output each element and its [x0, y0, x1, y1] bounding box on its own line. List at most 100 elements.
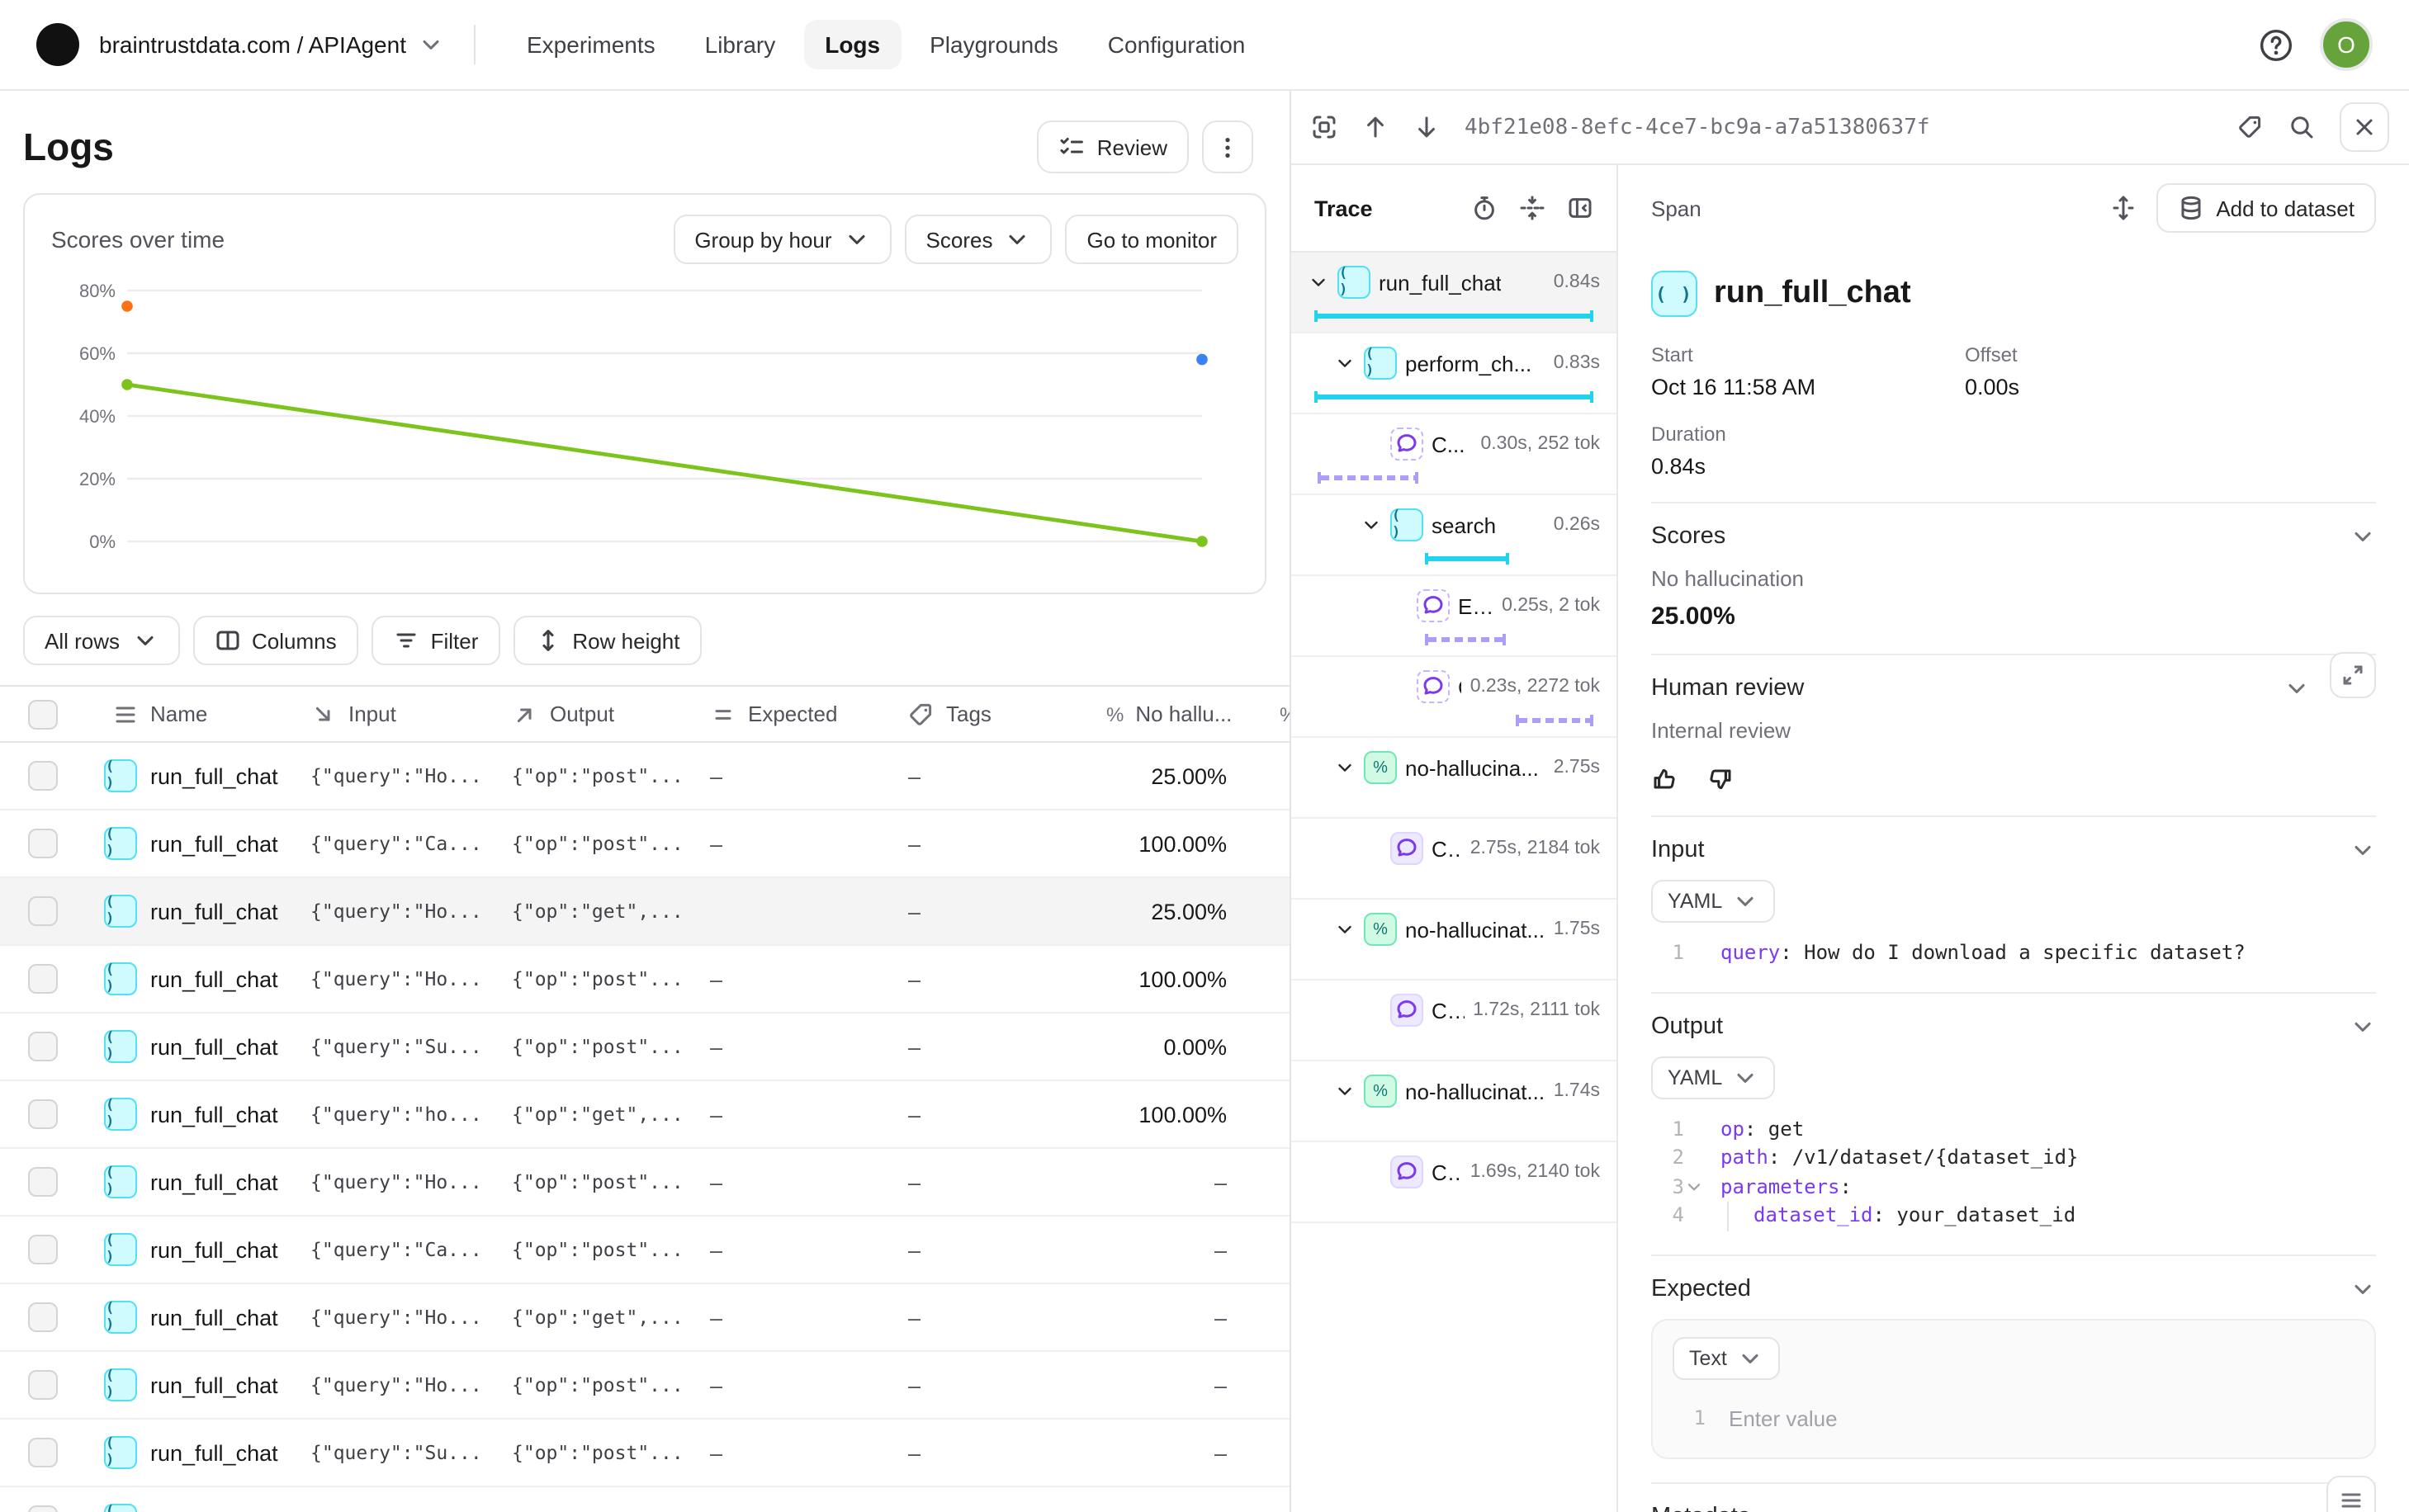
project-switcher[interactable]: braintrustdata.com / APIAgent [99, 31, 444, 58]
scores-select[interactable]: Scores [905, 215, 1053, 264]
column-header-tags[interactable]: Tags [882, 701, 1080, 727]
column-header-no-hallu-[interactable]: %No hallu... [1080, 702, 1253, 726]
trace-span-row[interactable]: %no-hallucinat...1.75s [1291, 900, 1616, 980]
row-checkbox[interactable] [28, 1438, 58, 1467]
brand-logo-icon[interactable] [36, 23, 79, 66]
add-to-dataset-button[interactable]: Add to dataset [2156, 183, 2376, 233]
table-row[interactable]: ( )run_full_chat{"query":"Ca...{"op":"po… [0, 810, 1290, 878]
trace-span-row[interactable]: Ch...1.72s, 2111 tok [1291, 980, 1616, 1061]
trace-span-row[interactable]: %no-hallucina...2.75s [1291, 738, 1616, 819]
select-all-checkbox[interactable] [28, 699, 58, 729]
help-icon[interactable] [2259, 27, 2293, 62]
tab-logs[interactable]: Logs [803, 20, 902, 69]
table-row[interactable]: ( )run_full_chat{"query":"Ho...{"op":"po… [0, 1352, 1290, 1420]
input-code-editor[interactable]: 1query: How do I download a specific dat… [1651, 939, 2376, 968]
trace-span-row[interactable]: ( )search0.26s [1291, 495, 1616, 576]
go-to-monitor-button[interactable]: Go to monitor [1065, 215, 1238, 264]
row-checkbox[interactable] [28, 1505, 58, 1512]
input-format-select[interactable]: YAML [1651, 880, 1775, 923]
avatar[interactable]: O [2320, 18, 2373, 71]
expected-format-select[interactable]: Text [1673, 1336, 1780, 1379]
table-row[interactable]: ( )run_full_chat{"query":"ho...{"op":"ge… [0, 1081, 1290, 1149]
tab-playgrounds[interactable]: Playgrounds [908, 20, 1080, 69]
tag-icon[interactable] [2237, 114, 2264, 140]
next-row-arrow-down-icon[interactable] [1413, 114, 1440, 140]
group-by-select[interactable]: Group by hour [673, 215, 891, 264]
row-checkbox[interactable] [28, 896, 58, 926]
trace-span-row[interactable]: C...0.23s, 2272 tok [1291, 657, 1616, 738]
trace-span-row[interactable]: C...1.69s, 2140 tok [1291, 1142, 1616, 1223]
row-checkbox[interactable] [28, 1235, 58, 1264]
chevron-down-icon[interactable] [2350, 1275, 2376, 1302]
focus-span-icon[interactable] [1311, 114, 1337, 140]
row-height-button[interactable]: Row height [513, 616, 701, 665]
columns-button[interactable]: Columns [192, 616, 358, 665]
table-row[interactable]: ( )run_full_chat{"query":"Su...{"op":"po… [0, 1420, 1290, 1487]
search-icon[interactable] [2288, 114, 2315, 140]
table-row[interactable]: ( )run_full_chat{"query":"Ho...{"op":"ge… [0, 1284, 1290, 1352]
table-row[interactable]: ( )run_full_chat{"query":"Ho...{"op":"po… [0, 743, 1290, 810]
tab-configuration[interactable]: Configuration [1086, 20, 1267, 69]
row-checkbox[interactable] [28, 1370, 58, 1400]
output-format-select[interactable]: YAML [1651, 1056, 1775, 1099]
table-row[interactable]: ( )run_full_chat{"query":"Ca...{"op":"po… [0, 1217, 1290, 1284]
chevron-down-icon[interactable] [1334, 916, 1356, 943]
output-code-editor[interactable]: 1op: get2path: /v1/dataset/{dataset_id}3… [1651, 1115, 2376, 1231]
expand-review-button[interactable] [2330, 652, 2376, 698]
row-checkbox[interactable] [28, 1167, 58, 1197]
tab-library[interactable]: Library [684, 20, 797, 69]
chart-point[interactable] [121, 300, 133, 312]
chevron-down-icon[interactable] [2284, 675, 2310, 702]
trace-span-row[interactable]: Em...0.25s, 2 tok [1291, 576, 1616, 657]
chevron-down-icon[interactable] [1334, 754, 1356, 781]
chevron-down-icon[interactable] [2350, 523, 2376, 550]
thumbs-up-icon[interactable] [1651, 766, 1678, 792]
prev-row-arrow-up-icon[interactable] [1362, 114, 1389, 140]
row-checkbox[interactable] [28, 964, 58, 994]
collapse-spans-icon[interactable] [1519, 195, 1545, 221]
chart-point[interactable] [1196, 536, 1208, 547]
table-row[interactable]: ( )run_full_chat{"query":"Ho...{"op":"po… [0, 946, 1290, 1014]
thumbs-down-icon[interactable] [1707, 766, 1734, 792]
column-header-input[interactable]: Input [284, 701, 485, 727]
chevron-down-icon[interactable] [1308, 269, 1329, 295]
table-row[interactable]: ( )run_full_chat{"query":"Su...{"op":"po… [0, 1014, 1290, 1081]
column-header-overflow[interactable]: % [1253, 702, 1290, 725]
chevron-down-icon[interactable] [1334, 350, 1356, 376]
expected-editor[interactable]: Text 1 Enter value [1651, 1318, 2376, 1458]
row-checkbox[interactable] [28, 1099, 58, 1129]
chevron-down-icon[interactable] [2350, 1013, 2376, 1039]
row-checkbox[interactable] [28, 761, 58, 791]
table-row[interactable]: ( )run_full_chat{"query":"ho...{"op":"ge… [0, 1487, 1290, 1512]
trace-span-row[interactable]: %no-hallucinat...1.74s [1291, 1061, 1616, 1142]
trace-span-row[interactable]: C...0.30s, 252 tok [1291, 414, 1616, 495]
timing-stopwatch-icon[interactable] [1471, 195, 1498, 221]
tab-experiments[interactable]: Experiments [505, 20, 677, 69]
metadata-menu-button[interactable] [2326, 1475, 2376, 1512]
filter-button[interactable]: Filter [372, 616, 500, 665]
column-header-expected[interactable]: Expected [684, 701, 882, 727]
chart-point[interactable] [121, 379, 133, 390]
trace-span-row[interactable]: ( )perform_ch...0.83s [1291, 333, 1616, 414]
chevron-down-icon[interactable] [1334, 1078, 1356, 1104]
column-header-output[interactable]: Output [485, 701, 684, 727]
table-row[interactable]: ( )run_full_chat{"query":"Ho...{"op":"ge… [0, 878, 1290, 946]
resize-vertical-icon[interactable] [2110, 195, 2137, 221]
more-menu-button[interactable] [1202, 120, 1253, 173]
chart-point[interactable] [1196, 354, 1208, 366]
row-checkbox[interactable] [28, 1302, 58, 1332]
table-row[interactable]: ( )run_full_chat{"query":"Ho...{"op":"po… [0, 1149, 1290, 1217]
chevron-down-icon[interactable] [2350, 837, 2376, 863]
fold-chevron-icon[interactable] [1684, 1173, 1704, 1202]
row-checkbox[interactable] [28, 1032, 58, 1061]
close-panel-button[interactable] [2340, 102, 2389, 152]
row-checkbox[interactable] [28, 829, 58, 858]
scores-chart[interactable]: 0%20%40%60%80% [51, 264, 1235, 574]
trace-span-row[interactable]: ( )run_full_chat0.84s [1291, 253, 1616, 333]
trace-span-row[interactable]: C...2.75s, 2184 tok [1291, 819, 1616, 900]
all-rows-select[interactable]: All rows [23, 616, 179, 665]
review-button[interactable]: Review [1038, 120, 1189, 173]
collapse-panel-icon[interactable] [1567, 195, 1593, 221]
chevron-down-icon[interactable] [1361, 512, 1382, 538]
column-header-name[interactable]: Name [86, 701, 284, 727]
